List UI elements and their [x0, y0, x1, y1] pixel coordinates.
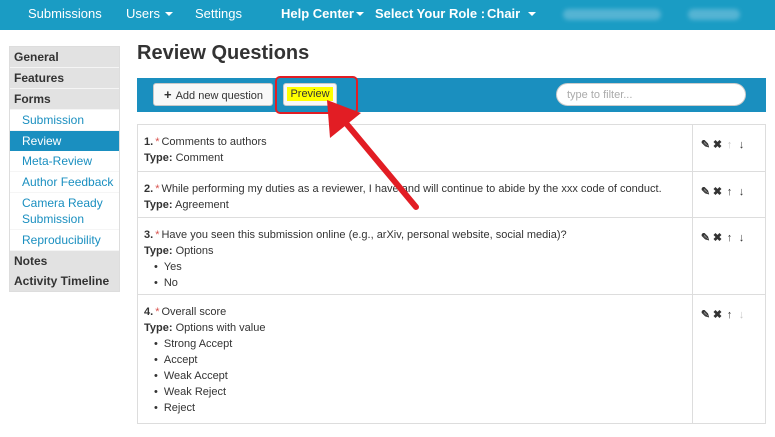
question-actions: ✎ ✖ ↑ ↓ — [700, 137, 760, 151]
nav-settings[interactable]: Settings — [195, 0, 242, 30]
chevron-down-icon — [164, 11, 173, 16]
filter-input[interactable] — [556, 83, 746, 106]
edit-icon[interactable]: ✎ — [700, 232, 711, 244]
question-row: 2. * While performing my duties as a revie… — [138, 172, 765, 218]
question-actions: ✎ ✖ ↑ ↓ — [700, 184, 760, 198]
sidebar-item-reproducibility[interactable]: Reproducibility — [10, 230, 119, 250]
sidebar-item-submission[interactable]: Submission — [10, 110, 119, 130]
question-text: Overall score — [161, 306, 227, 318]
option-item: Strong Accept — [144, 336, 692, 352]
chevron-down-icon — [528, 11, 537, 16]
arrow-down-icon[interactable]: ↓ — [736, 186, 747, 198]
delete-icon[interactable]: ✖ — [712, 139, 723, 151]
arrow-up-icon: ↑ — [726, 139, 733, 151]
type-label: Type: — [144, 152, 173, 164]
edit-icon[interactable]: ✎ — [700, 186, 711, 198]
sidebar-item-camera-ready-line2: Submission — [22, 212, 85, 226]
sidebar-item-review[interactable]: Review — [10, 131, 119, 151]
sidebar-item-notes[interactable]: Notes — [10, 251, 119, 271]
questions-table: 1. * Comments to authors Type: Comment ✎ ✖ ↑… — [137, 124, 766, 424]
delete-icon[interactable]: ✖ — [712, 232, 723, 244]
arrow-up-icon[interactable]: ↑ — [724, 186, 735, 198]
nav-users-label: Users — [126, 6, 160, 21]
arrow-down-icon: ↓ — [738, 309, 745, 321]
annotation-highlight-box — [275, 76, 358, 114]
arrow-up-icon[interactable]: ↑ — [724, 232, 735, 244]
sidebar-item-forms[interactable]: Forms — [10, 89, 119, 109]
select-role-label: Select Your Role : — [375, 6, 486, 21]
nav-help-center[interactable]: Help Center — [281, 0, 364, 30]
required-marker: * — [155, 229, 160, 241]
question-number: 4. — [144, 306, 154, 318]
arrow-down-icon[interactable]: ↓ — [736, 139, 747, 151]
sidebar: General Features Forms Submission Review… — [9, 46, 120, 292]
question-text: Have you seen this submission online (e.… — [161, 229, 567, 241]
nav-help-center-label: Help Center — [281, 6, 354, 21]
question-number: 2. — [144, 183, 154, 195]
question-content: 4. * Overall score Type: Options with valu… — [138, 295, 693, 423]
toolbar: + Add new question Preview — [137, 78, 766, 112]
option-item: Accept — [144, 352, 692, 368]
type-label: Type: — [144, 245, 173, 257]
question-row: 3. * Have you seen this submission online … — [138, 218, 765, 295]
question-content: 1. * Comments to authors Type: Comment — [138, 125, 693, 171]
question-text: Comments to authors — [161, 136, 267, 148]
required-marker: * — [155, 183, 160, 195]
nav-users[interactable]: Users — [126, 0, 173, 30]
user-name-blurred[interactable] — [688, 9, 740, 20]
sidebar-item-author-feedback[interactable]: Author Feedback — [10, 172, 119, 192]
delete-icon[interactable]: ✖ — [712, 186, 723, 198]
nav-submissions[interactable]: Submissions — [28, 0, 102, 30]
question-actions: ✎ ✖ ↑ ↓ — [700, 230, 760, 244]
question-actions: ✎ ✖ ↑ ↓ — [700, 307, 760, 321]
add-question-button[interactable]: + Add new question — [153, 83, 273, 106]
question-number: 3. — [144, 229, 154, 241]
role-dropdown-label: Chair — [487, 6, 521, 21]
question-number: 1. — [144, 136, 154, 148]
sidebar-item-camera-ready[interactable]: Camera Ready Submission — [10, 193, 119, 229]
role-dropdown[interactable]: Chair — [487, 0, 537, 30]
arrow-down-icon[interactable]: ↓ — [736, 232, 747, 244]
option-item: Weak Reject — [144, 384, 692, 400]
type-label: Type: — [144, 322, 173, 334]
option-item: Reject — [144, 400, 692, 416]
sidebar-item-features[interactable]: Features — [10, 68, 119, 88]
sidebar-item-meta-review[interactable]: Meta-Review — [10, 151, 119, 171]
chevron-down-icon — [355, 11, 364, 16]
question-type: Comment — [175, 152, 224, 164]
question-type: Options with value — [175, 322, 266, 334]
required-marker: * — [155, 306, 160, 318]
option-item: No — [144, 275, 692, 291]
plus-icon: + — [164, 87, 172, 102]
option-item: Weak Accept — [144, 368, 692, 384]
question-row: 4. * Overall score Type: Options with valu… — [138, 295, 765, 423]
edit-icon[interactable]: ✎ — [700, 139, 711, 151]
type-label: Type: — [144, 199, 173, 211]
question-text: While performing my duties as a reviewer… — [161, 183, 662, 195]
arrow-up-icon[interactable]: ↑ — [724, 309, 735, 321]
option-item: Yes — [144, 259, 692, 275]
delete-icon[interactable]: ✖ — [712, 309, 723, 321]
question-type: Options — [175, 245, 214, 257]
question-row: 1. * Comments to authors Type: Comment ✎ ✖ ↑… — [138, 125, 765, 172]
user-email-blurred[interactable] — [563, 9, 661, 20]
page-title: Review Questions — [137, 42, 310, 64]
edit-icon[interactable]: ✎ — [700, 309, 711, 321]
sidebar-item-activity-timeline[interactable]: Activity Timeline — [10, 271, 119, 291]
top-navbar: Submissions Users Settings Help Center S… — [0, 0, 775, 30]
question-type: Agreement — [174, 199, 229, 211]
sidebar-item-camera-ready-line1: Camera Ready — [22, 196, 103, 210]
add-question-label: Add new question — [175, 90, 264, 102]
required-marker: * — [155, 136, 160, 148]
question-content: 2. * While performing my duties as a revie… — [138, 172, 693, 217]
question-content: 3. * Have you seen this submission online … — [138, 218, 693, 294]
sidebar-item-general[interactable]: General — [10, 47, 119, 67]
